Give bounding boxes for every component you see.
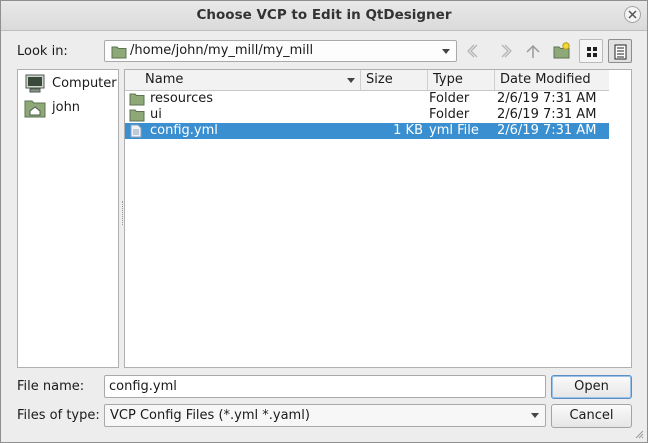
new-folder-icon <box>553 42 570 59</box>
file-type: Folder <box>429 91 470 106</box>
files-of-type-combo[interactable]: VCP Config Files (*.yml *.yaml) <box>104 404 546 427</box>
file-list-header: Name Size Type Date Modified <box>125 70 609 91</box>
files-of-type-value: VCP Config Files (*.yml *.yaml) <box>110 408 310 423</box>
column-header-name[interactable]: Name <box>125 70 361 90</box>
column-header-size[interactable]: Size <box>361 70 428 90</box>
sidebar-item-computer[interactable]: Computer <box>22 72 118 94</box>
arrow-left-icon <box>467 44 478 58</box>
look-in-combo[interactable]: /home/john/my_mill/my_mill <box>104 40 457 62</box>
file-size: 1 KB <box>393 123 423 138</box>
back-button[interactable] <box>463 39 487 63</box>
sort-descending-icon <box>347 78 355 83</box>
folder-icon <box>129 93 145 106</box>
title-bar[interactable]: Choose VCP to Edit in QtDesigner <box>1 1 647 31</box>
table-row[interactable]: resources Folder 2/6/19 7:31 AM <box>125 91 609 107</box>
open-button[interactable]: Open <box>551 375 632 399</box>
detail-list-icon <box>614 44 627 60</box>
file-type: yml File <box>429 123 479 138</box>
grid-icon <box>587 47 597 57</box>
look-in-path: /home/john/my_mill/my_mill <box>130 43 314 58</box>
new-folder-button[interactable] <box>550 39 574 63</box>
look-in-label: Look in: <box>17 44 68 59</box>
file-type: Folder <box>429 107 470 122</box>
close-button[interactable] <box>624 6 641 23</box>
table-row[interactable]: ui Folder 2/6/19 7:31 AM <box>125 107 609 123</box>
file-list[interactable]: Name Size Type Date Modified resources F… <box>124 69 632 368</box>
cancel-button[interactable]: Cancel <box>551 404 632 428</box>
chevron-down-icon <box>531 413 539 418</box>
file-name-label: File name: <box>17 379 85 394</box>
window-title: Choose VCP to Edit in QtDesigner <box>196 7 452 23</box>
forward-button[interactable] <box>492 39 516 63</box>
sidebar-item-label: john <box>52 100 81 115</box>
file-icon <box>130 124 142 138</box>
file-dialog-window: Choose VCP to Edit in QtDesigner Look in… <box>0 0 648 443</box>
file-name-input[interactable] <box>104 375 546 398</box>
parent-directory-button[interactable] <box>521 39 545 63</box>
file-date: 2/6/19 7:31 AM <box>497 107 597 122</box>
file-size <box>361 91 423 107</box>
file-size <box>361 107 423 123</box>
arrow-right-icon <box>501 44 512 58</box>
places-sidebar[interactable]: Computer john <box>17 69 119 368</box>
computer-icon <box>25 74 45 93</box>
resize-grip-icon[interactable] <box>634 429 644 439</box>
file-date: 2/6/19 7:31 AM <box>497 123 597 138</box>
folder-icon <box>129 109 145 122</box>
folder-icon <box>111 46 127 59</box>
column-header-type[interactable]: Type <box>428 70 495 90</box>
file-date: 2/6/19 7:31 AM <box>497 91 597 106</box>
file-name: resources <box>150 91 214 106</box>
sidebar-item-label: Computer <box>52 76 117 91</box>
detail-view-button[interactable] <box>608 39 632 63</box>
chevron-down-icon <box>442 49 450 54</box>
file-name: ui <box>150 107 162 122</box>
file-name: config.yml <box>150 123 218 138</box>
close-icon <box>628 10 637 19</box>
table-row-selected[interactable]: config.yml 1 KB yml File 2/6/19 7:31 AM <box>125 123 609 139</box>
list-view-button[interactable] <box>579 39 603 63</box>
sidebar-item-john[interactable]: john <box>22 96 118 118</box>
arrow-up-icon <box>526 44 540 58</box>
files-of-type-label: Files of type: <box>17 408 100 423</box>
home-folder-icon <box>24 100 46 118</box>
column-header-date-modified[interactable]: Date Modified <box>495 70 609 90</box>
